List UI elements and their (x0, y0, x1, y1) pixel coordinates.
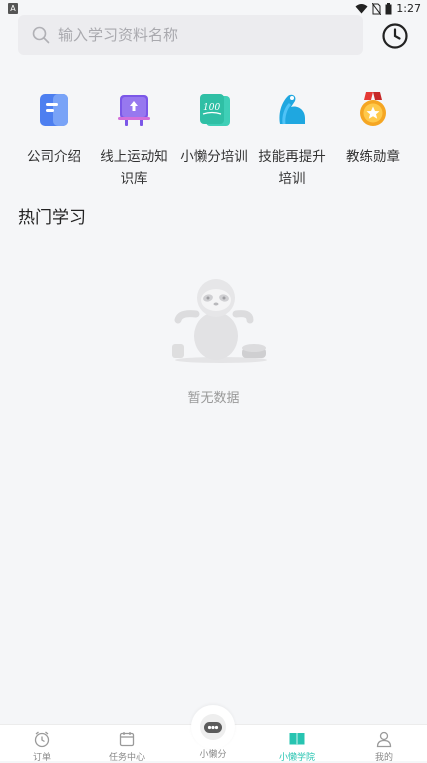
company-intro-icon (40, 94, 68, 126)
search-icon (32, 26, 50, 44)
calendar-icon (119, 732, 135, 747)
battery-icon (385, 2, 392, 14)
menu-item-skill-up[interactable]: 技能再提升培训 (252, 88, 332, 190)
tab-label: 小懒分 (199, 750, 227, 760)
menu-item-knowledge-base[interactable]: 线上运动知识库 (94, 88, 174, 190)
knowledge-base-icon (118, 95, 150, 126)
clock-time: 1:27 (396, 2, 421, 15)
medal-icon (360, 92, 386, 126)
menu-item-label: 线上运动知识库 (100, 149, 168, 187)
user-icon (376, 731, 392, 748)
status-icons: 1:27 (355, 2, 421, 15)
clock-icon (34, 731, 50, 748)
history-clock-icon[interactable] (381, 22, 409, 50)
quick-menu: 公司介绍 线上运动知识库 100 小懒分培训 技能再提升培训 教练勋章 (0, 88, 427, 188)
center-tab-bubble (191, 705, 235, 749)
tab-label: 我的 (374, 753, 393, 763)
empty-state-text: 暂无数据 (187, 391, 240, 406)
menu-item-company-intro[interactable]: 公司介绍 (14, 88, 94, 168)
tab-label: 订单 (32, 753, 51, 763)
menu-item-training[interactable]: 100 小懒分培训 (174, 88, 254, 168)
menu-item-label: 小懒分培训 (180, 149, 248, 165)
section-title: 热门学习 (18, 208, 86, 228)
tab-academy[interactable]: 小懒学院 (267, 725, 327, 763)
training-icon: 100 (200, 94, 230, 126)
skill-up-icon (279, 94, 305, 125)
notification-badge: A (8, 3, 18, 14)
menu-item-medal[interactable]: 教练勋章 (333, 88, 413, 168)
sloth-empty-illustration (172, 279, 267, 363)
menu-item-label: 教练勋章 (346, 149, 400, 165)
tab-label: 小懒学院 (278, 753, 315, 763)
robot-icon (200, 714, 226, 740)
search-bar[interactable] (18, 15, 363, 55)
search-input[interactable] (56, 25, 340, 45)
tab-center[interactable]: 小懒分 (183, 705, 243, 760)
svg-text:100: 100 (203, 103, 220, 113)
tab-label: 任务中心 (108, 753, 145, 763)
tab-mine[interactable]: 我的 (354, 725, 414, 763)
tab-orders[interactable]: 订单 (12, 725, 72, 763)
wifi-icon (355, 4, 368, 14)
no-sim-icon (372, 2, 382, 15)
menu-item-label: 公司介绍 (27, 149, 81, 165)
menu-item-label: 技能再提升培训 (258, 149, 326, 187)
book-icon (289, 733, 305, 746)
tab-tasks[interactable]: 任务中心 (97, 725, 157, 763)
